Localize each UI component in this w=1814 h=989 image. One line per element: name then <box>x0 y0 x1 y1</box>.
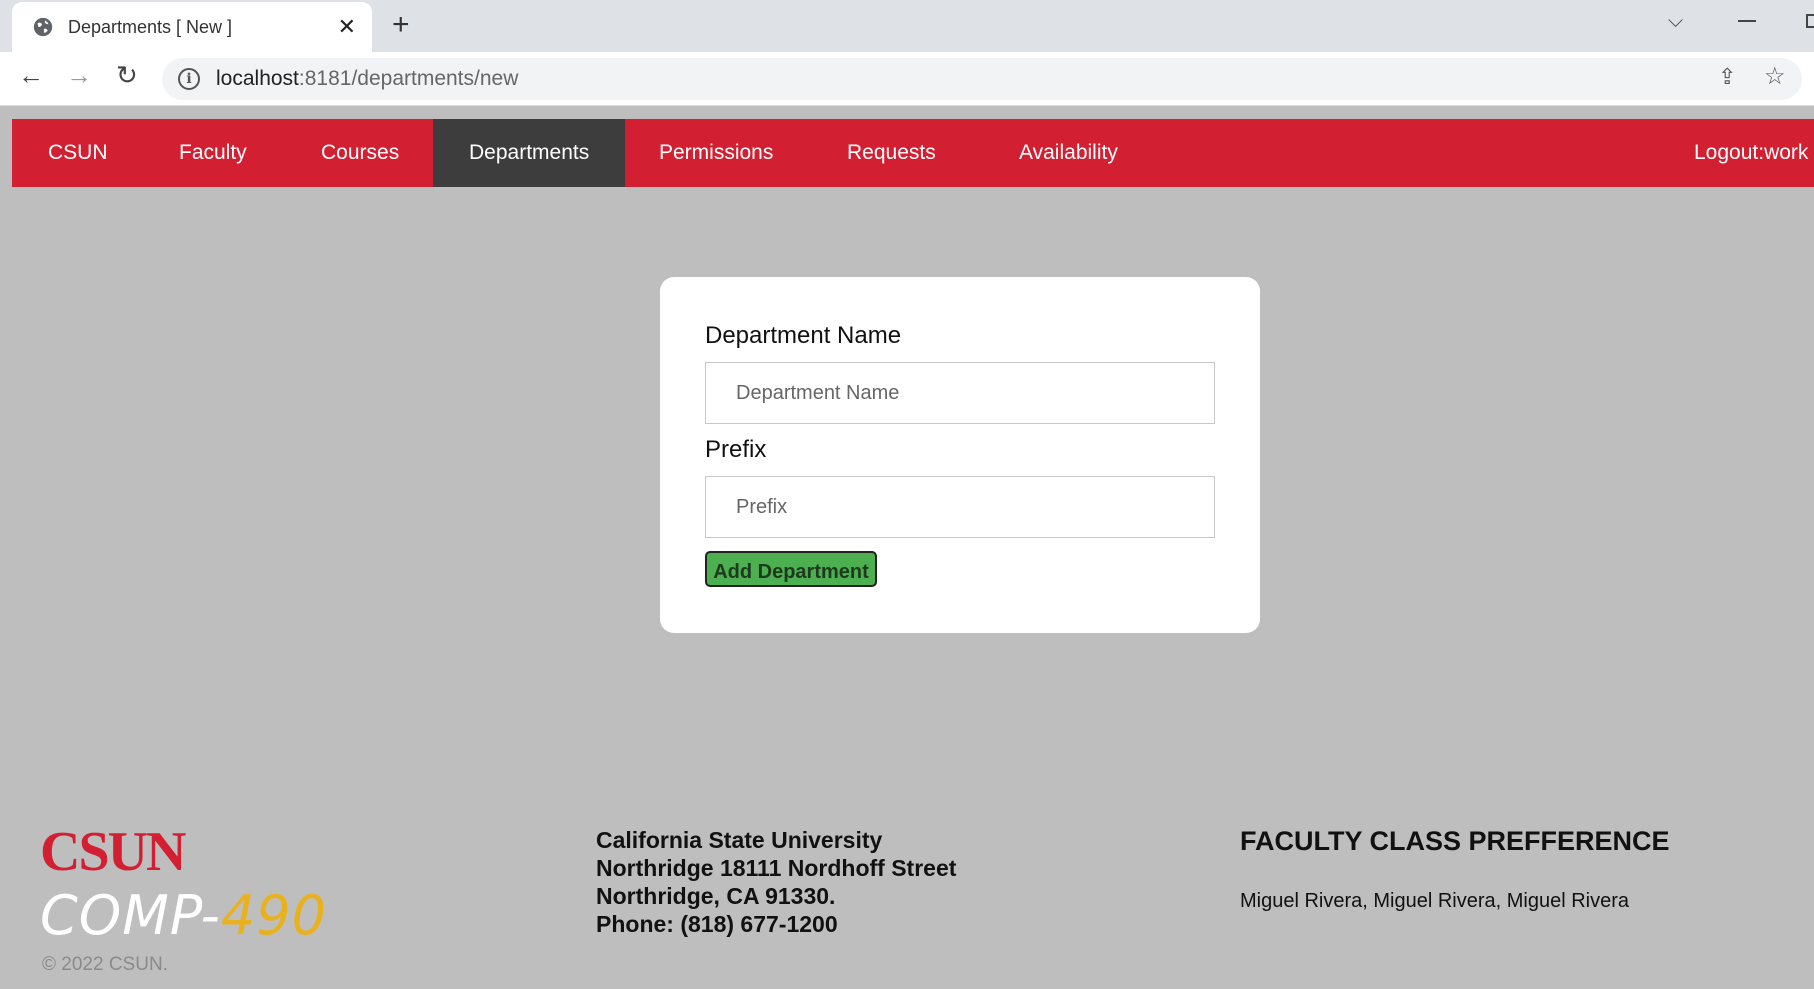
copyright-text: © 2022 CSUN. <box>42 954 168 975</box>
nav-item-courses[interactable]: Courses <box>285 119 435 187</box>
add-department-button[interactable]: Add Department <box>705 551 877 587</box>
tab-title: Departments [ New ] <box>68 16 233 37</box>
url-text[interactable]: localhost:8181/departments/new <box>216 67 518 91</box>
csun-logo: CSUN <box>40 821 186 883</box>
close-icon[interactable]: ✕ <box>338 16 356 38</box>
university-address: California State University Northridge 1… <box>596 827 957 937</box>
forward-arrow-icon[interactable]: → <box>66 62 92 88</box>
nav-item-permissions[interactable]: Permissions <box>623 119 809 187</box>
nav-item-requests[interactable]: Requests <box>811 119 972 187</box>
nav-item-csun[interactable]: CSUN <box>12 119 144 187</box>
footer-credits: Miguel Rivera, Miguel Rivera, Miguel Riv… <box>1240 890 1630 912</box>
reload-icon[interactable]: ↻ <box>116 62 138 88</box>
share-icon[interactable]: ⇪ <box>1718 64 1736 90</box>
minimize-icon[interactable] <box>1738 20 1756 22</box>
info-icon[interactable]: i <box>178 68 200 90</box>
browser-toolbar: ← → ↻ i localhost:8181/departments/new ⇪… <box>0 52 1814 106</box>
prefix-input[interactable] <box>705 476 1215 538</box>
department-name-label: Department Name <box>705 322 902 349</box>
star-icon[interactable]: ☆ <box>1764 62 1786 91</box>
browser-tabstrip: Departments [ New ] ✕ + ⌵ <box>0 0 1814 52</box>
address-bar[interactable]: i localhost:8181/departments/new <box>162 58 1802 100</box>
back-arrow-icon[interactable]: ← <box>18 62 44 88</box>
nav-item-faculty[interactable]: Faculty <box>143 119 283 187</box>
site-navbar: CSUN Faculty Courses Departments Permiss… <box>12 119 1814 187</box>
plus-icon[interactable]: + <box>392 10 410 40</box>
chevron-down-icon[interactable]: ⌵ <box>1668 10 1683 33</box>
footer-title: FACULTY CLASS PREFFERENCE <box>1240 826 1670 856</box>
nav-item-availability[interactable]: Availability <box>983 119 1154 187</box>
logout-link[interactable]: Logout:work <box>1658 119 1808 187</box>
course-logo: COMP-490 <box>40 884 327 947</box>
department-name-input[interactable] <box>705 362 1215 424</box>
department-form-card: Department Name Prefix Add Department <box>660 277 1260 633</box>
nav-item-departments[interactable]: Departments <box>433 119 626 187</box>
maximize-icon[interactable] <box>1806 14 1814 28</box>
browser-tab[interactable]: Departments [ New ] ✕ <box>12 2 372 52</box>
globe-icon <box>33 17 53 37</box>
prefix-label: Prefix <box>705 436 767 463</box>
